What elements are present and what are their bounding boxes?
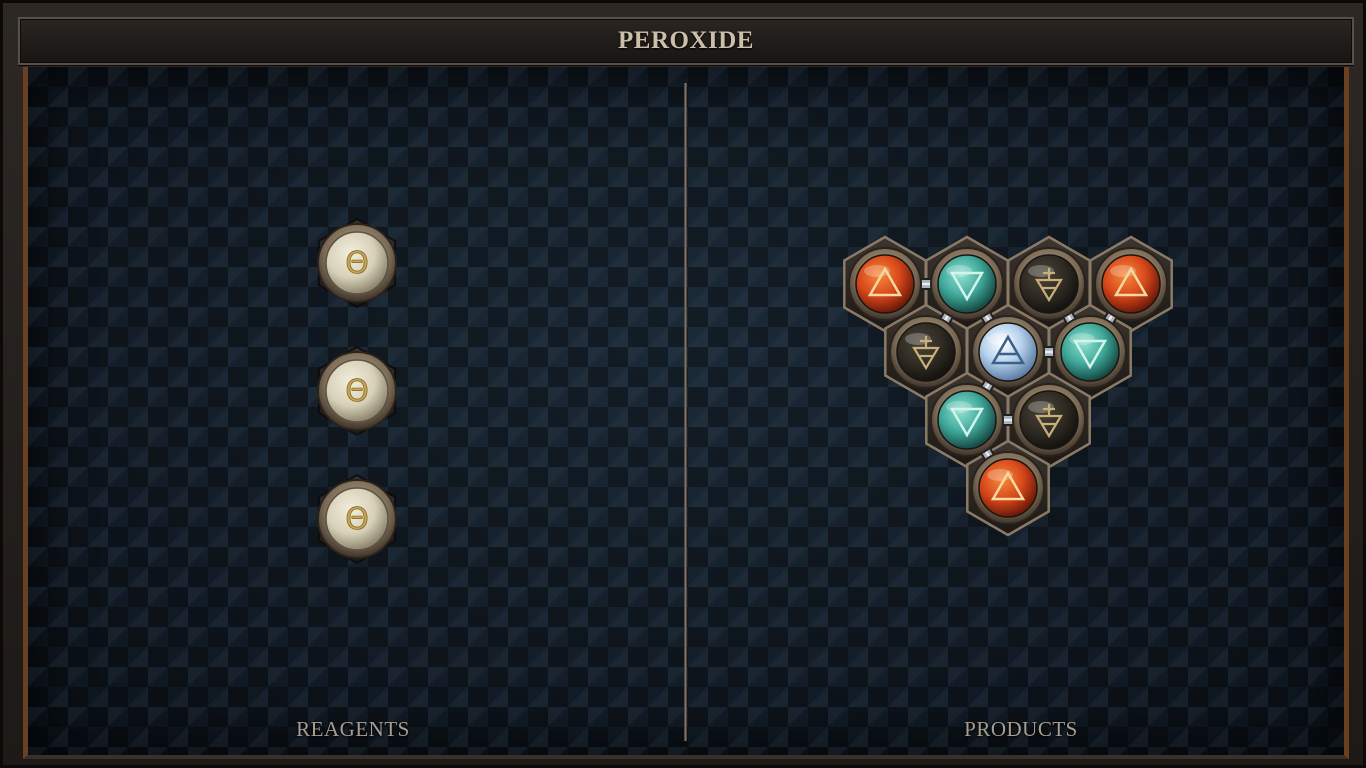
earth-atom[interactable] [1012,247,1086,321]
game-frame: PEROXIDE REAGENTS PRODUCTS [0,0,1366,768]
fire-atom[interactable] [1094,247,1168,321]
title-bar: PEROXIDE [18,17,1354,65]
fire-atom[interactable] [971,451,1045,525]
puzzle-title: PEROXIDE [618,27,754,54]
earth-atom[interactable] [889,315,963,389]
earth-atom[interactable] [1012,383,1086,457]
salt-symbol: Θ [345,246,369,281]
fire-atom[interactable] [848,247,922,321]
salt-symbol: Θ [345,374,369,409]
board-divider [684,83,687,741]
water-atom[interactable] [930,383,1004,457]
water-atom[interactable] [930,247,1004,321]
water-atom[interactable] [1053,315,1127,389]
salt-symbol: Θ [345,502,369,537]
products-label: PRODUCTS [964,717,1078,741]
reagents-label: REAGENTS [296,717,410,741]
air-atom[interactable] [971,315,1045,389]
